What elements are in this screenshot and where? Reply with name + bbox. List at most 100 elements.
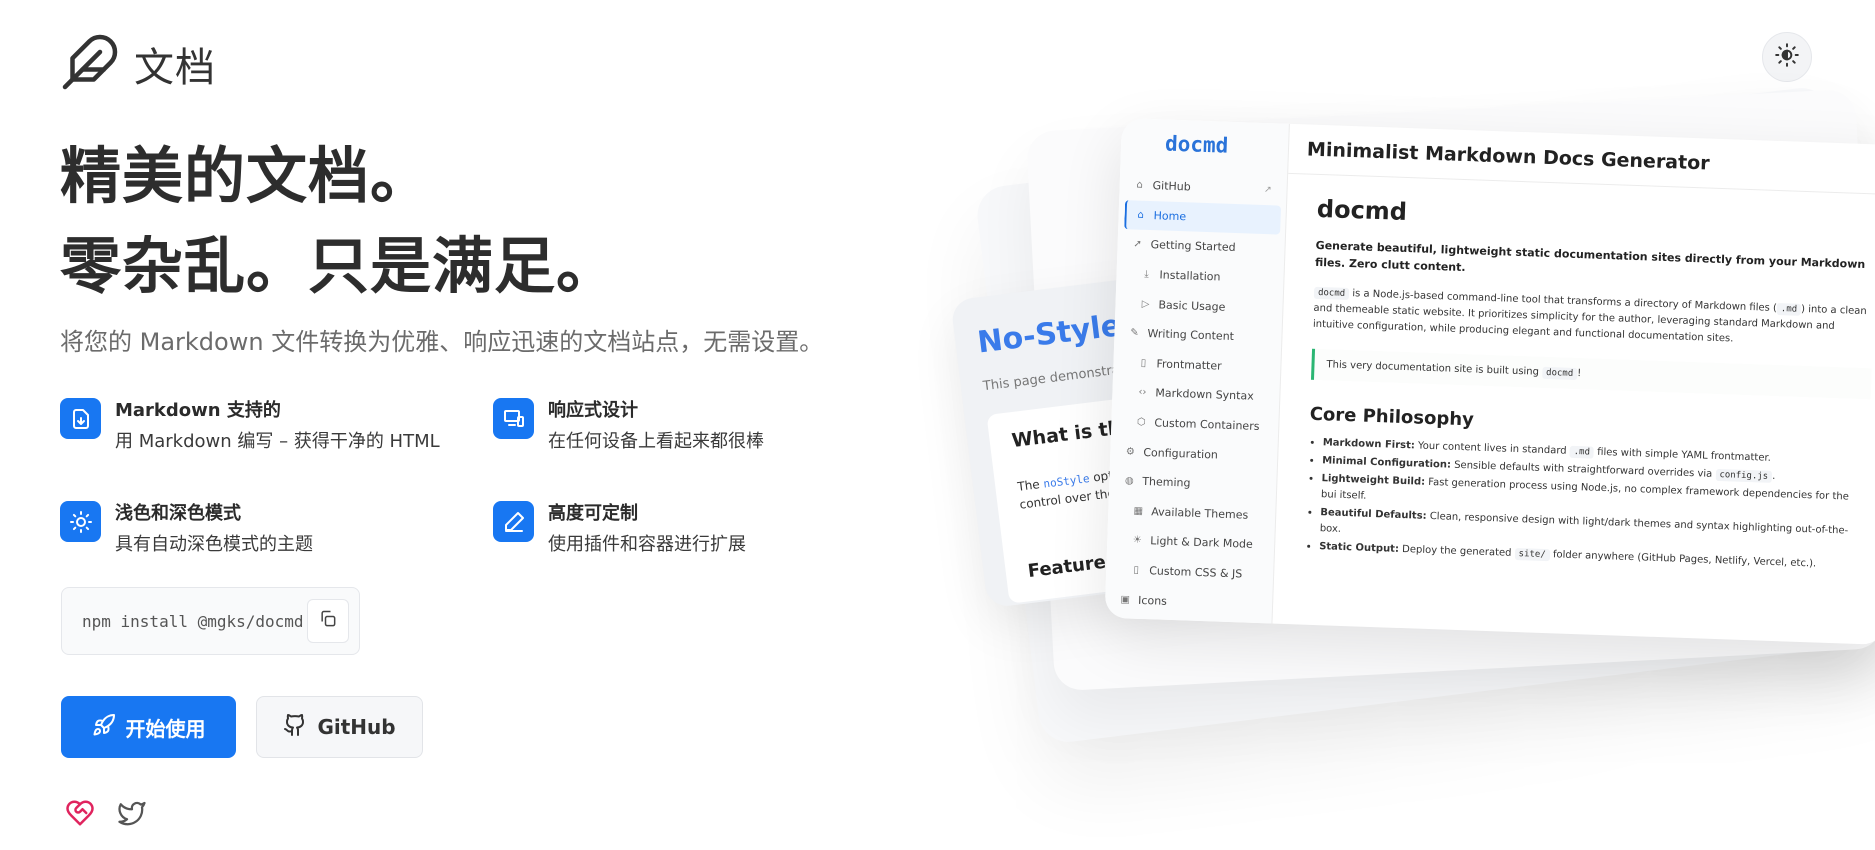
- preview-nav-item[interactable]: ▦ Available Themes: [1114, 496, 1271, 531]
- text: files with simple YAML frontmatter.: [1593, 446, 1772, 464]
- home-icon: ⌂: [1137, 209, 1144, 221]
- feature-desc: 在任何设备上看起来都很棒: [548, 431, 764, 452]
- preview-nav-item[interactable]: ✎ Writing Content: [1120, 318, 1277, 353]
- inline-code: docmd: [1313, 286, 1350, 301]
- preview-nav-label: Frontmatter: [1156, 357, 1222, 373]
- sun-moon-icon: [1774, 42, 1800, 72]
- get-started-label: 开始使用: [125, 716, 206, 741]
- nostyle-text: The: [1016, 476, 1045, 494]
- preview-nav-label: Available Themes: [1151, 505, 1249, 522]
- hero-subtitle: 将您的 Markdown 文件转换为优雅、响应迅速的文档站点，无需设置。: [60, 328, 824, 356]
- inline-code: .md: [1569, 445, 1595, 459]
- external-link-icon: ↗: [1263, 184, 1272, 196]
- feature-title: 响应式设计: [548, 400, 638, 421]
- file-download-icon: [60, 398, 101, 439]
- preview-doc-h2: Core Philosophy: [1309, 403, 1475, 431]
- preview-doc: Minimalist Markdown Docs Generator docmd…: [1272, 123, 1875, 645]
- text: !: [1577, 368, 1582, 380]
- feature-desc: 用 Markdown 编写 – 获得干净的 HTML: [115, 431, 440, 452]
- preview-logo: docmd: [1164, 131, 1229, 158]
- preview-doc-list-item: Lightweight Build: Fast generation proce…: [1321, 471, 1868, 522]
- preview-nav-label: Installation: [1159, 268, 1221, 284]
- inline-code: config.js: [1715, 468, 1773, 483]
- preview-doc-list-bold: Markdown First:: [1322, 437, 1416, 452]
- settings-icon: ⚙: [1125, 445, 1136, 458]
- inline-code: site/: [1514, 547, 1550, 562]
- box-icon: ⬡: [1136, 416, 1146, 429]
- pencil-icon: [493, 501, 534, 542]
- preview-nav-label: Light & Dark Mode: [1150, 534, 1254, 552]
- play-icon: ▷: [1141, 298, 1150, 310]
- copy-icon: [318, 609, 338, 633]
- hero-title: 精美的文档。 零杂乱。只是满足。: [60, 132, 618, 312]
- preview-nav-item[interactable]: ▯ Custom CSS & JS: [1112, 555, 1269, 590]
- text: Fast generation process using Node.js, n…: [1320, 476, 1850, 503]
- preview-nav: ⌂ GitHub ↗ ⌂ Home ➚ Getting Started ⤓ Installati…: [1111, 170, 1282, 619]
- feature-theme-modes: 浅色和深色模式 具有自动深色模式的主题: [60, 501, 493, 558]
- preview-doc-callout: This very documentation site is built us…: [1310, 348, 1872, 400]
- sun-icon: [60, 501, 101, 542]
- preview-nav-item[interactable]: ▣ Icons: [1111, 584, 1268, 619]
- nostyle-title: No-Style Pa: [975, 301, 1175, 361]
- feature-desc: 使用插件和容器进行扩展: [548, 534, 746, 555]
- preview-doc-list-item: Beautiful Defaults: Clean, responsive de…: [1319, 505, 1866, 556]
- nostyle-panel: What is this pa The noStyle option te co…: [986, 378, 1306, 604]
- github-label: GitHub: [317, 715, 396, 739]
- install-command-box: npm install @mgks/docmd: [61, 587, 360, 655]
- pen-icon: ✎: [1130, 327, 1139, 339]
- feather-icon: [60, 32, 120, 96]
- preview-doc-list-item: Minimal Configuration: Sensible defaults…: [1322, 453, 1868, 488]
- preview-nav-item[interactable]: ⌂ GitHub ↗: [1125, 170, 1282, 205]
- image-icon: ▣: [1120, 593, 1131, 606]
- inline-code: .md: [1776, 302, 1802, 316]
- file-icon: ▯: [1140, 357, 1147, 369]
- preview-doc-header: Minimalist Markdown Docs Generator: [1288, 123, 1875, 196]
- text: Sensible defaults with straightforward o…: [1450, 459, 1716, 480]
- theme-toggle-button[interactable]: [1762, 32, 1812, 82]
- file-code-icon: ▯: [1133, 564, 1140, 576]
- heart-handshake-icon[interactable]: [64, 797, 96, 829]
- text: This very documentation site is built us…: [1326, 359, 1543, 378]
- preview-nav-item[interactable]: ⌂ Home: [1124, 199, 1282, 235]
- nostyle-text: option te: [1088, 464, 1148, 485]
- twitter-icon[interactable]: [116, 797, 148, 829]
- inline-code: docmd: [1541, 366, 1578, 381]
- preview-doc-body: docmd Generate beautiful, lightweight st…: [1305, 195, 1875, 576]
- palette-icon: ◍: [1124, 475, 1134, 487]
- rocket-icon: [92, 713, 116, 742]
- preview-nav-item[interactable]: ▯ Frontmatter: [1119, 348, 1276, 383]
- preview-nav-label: Theming: [1142, 475, 1191, 490]
- preview-nav-item[interactable]: ⤓ Installation: [1122, 259, 1279, 294]
- preview-nav-item[interactable]: ☀ Light & Dark Mode: [1113, 525, 1270, 560]
- preview-nav-item[interactable]: ◍ Theming: [1115, 466, 1272, 501]
- preview-nav-label: Basic Usage: [1158, 298, 1226, 314]
- preview-doc-list-bold: Lightweight Build:: [1321, 473, 1426, 488]
- devices-icon: [493, 398, 534, 439]
- feature-customizable: 高度可定制 使用插件和容器进行扩展: [493, 501, 840, 558]
- copy-button[interactable]: [307, 599, 349, 643]
- download-icon: ⤓: [1144, 268, 1149, 281]
- feature-desc: 具有自动深色模式的主题: [115, 534, 313, 555]
- get-started-button[interactable]: 开始使用: [61, 696, 236, 758]
- feature-responsive: 响应式设计 在任何设备上看起来都很棒: [493, 398, 840, 455]
- text: Clean, responsive design with light/dark…: [1319, 510, 1849, 537]
- install-command[interactable]: npm install @mgks/docmd: [82, 612, 304, 631]
- text: folder anywhere (GitHub Pages, Netlify, …: [1549, 549, 1817, 570]
- nostyle-paragraph: The noStyle option te: [1017, 464, 1148, 494]
- preview-doc-paragraph: docmd is a Node.js-based command-line to…: [1313, 285, 1874, 353]
- preview-nav-item[interactable]: ‹› Markdown Syntax: [1118, 377, 1275, 412]
- preview-nav-item[interactable]: ▷ Basic Usage: [1121, 288, 1278, 323]
- preview-doc-list-bold: Beautiful Defaults:: [1320, 507, 1427, 522]
- brand[interactable]: 文档: [60, 32, 216, 96]
- preview-nav-item[interactable]: ⚙ Configuration: [1116, 436, 1273, 471]
- nostyle-paragraph-2: control over the page s: [1018, 480, 1160, 512]
- github-button[interactable]: GitHub: [256, 696, 423, 758]
- preview-nav-item[interactable]: ⬡ Custom Containers: [1117, 407, 1274, 442]
- github-icon: ⌂: [1136, 179, 1144, 192]
- social-links: [64, 797, 148, 829]
- preview-doc-lead: Generate beautiful, lightweight static d…: [1314, 238, 1866, 275]
- preview-doc-list-item: Markdown First: Your content lives in st…: [1322, 435, 1868, 470]
- feature-title: Markdown 支持的: [115, 400, 281, 421]
- nostyle-section-title-2: Features en: [1026, 546, 1149, 583]
- preview-nav-item[interactable]: ➚ Getting Started: [1123, 229, 1280, 264]
